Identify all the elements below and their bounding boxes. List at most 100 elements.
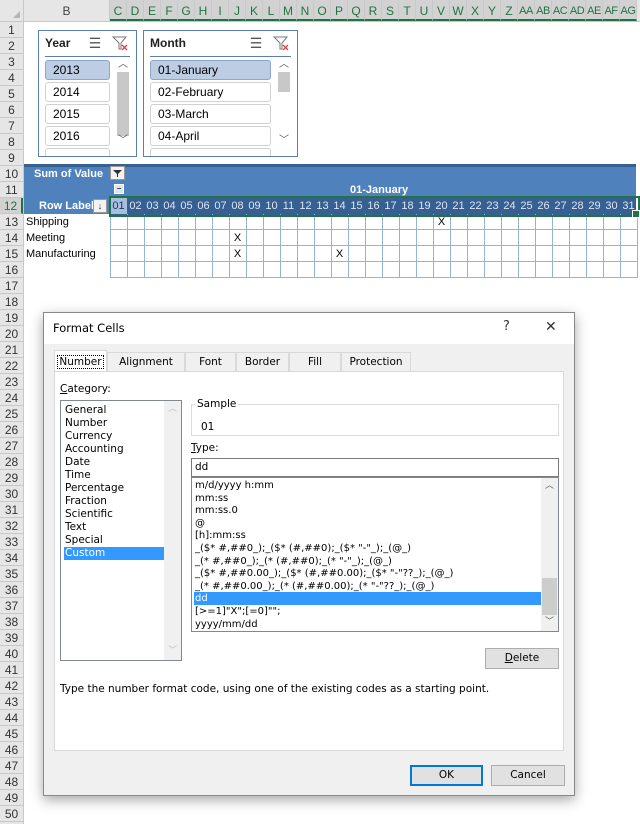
multi-select-icon[interactable]: ☰ <box>247 34 265 52</box>
slicer-item-partial[interactable] <box>150 148 271 156</box>
category-item[interactable]: Special <box>64 534 164 547</box>
row-header-44[interactable]: 44 <box>0 710 23 726</box>
row-header-23[interactable]: 23 <box>0 374 23 390</box>
row-header-22[interactable]: 22 <box>0 358 23 374</box>
row-header-32[interactable]: 32 <box>0 518 23 534</box>
category-list[interactable]: General Number Currency Accounting Date Time P… <box>60 400 182 661</box>
row-header-25[interactable]: 25 <box>0 406 23 422</box>
slicer-month-scrollbar[interactable]: ︿ ﹀ <box>277 58 291 148</box>
slicer-item[interactable]: 2015 <box>45 104 110 124</box>
scroll-thumb[interactable] <box>117 72 129 136</box>
type-list[interactable]: m/d/yyyy h:mm mm:ss mm:ss.0 @ [h]:mm:ss _($* … <box>191 477 559 632</box>
column-header-g[interactable]: G <box>178 0 195 21</box>
row-header-20[interactable]: 20 <box>0 326 23 342</box>
row-header-43[interactable]: 43 <box>0 694 23 710</box>
slicer-item[interactable]: 2016 <box>45 126 110 146</box>
column-header-x[interactable]: X <box>467 0 484 21</box>
delete-button[interactable]: Delete <box>485 648 559 669</box>
slicer-item[interactable]: 04-April <box>150 126 271 146</box>
row-header-3[interactable]: 3 <box>0 54 23 70</box>
column-header-ae[interactable]: AE <box>586 0 603 21</box>
column-header-y[interactable]: Y <box>484 0 501 21</box>
type-item[interactable]: @ <box>194 517 541 530</box>
cancel-button[interactable]: Cancel <box>491 765 565 786</box>
scroll-up-icon[interactable]: ︿ <box>116 58 130 72</box>
column-header-u[interactable]: U <box>416 0 433 21</box>
category-item[interactable]: Number <box>64 417 164 430</box>
column-header-p[interactable]: P <box>331 0 348 21</box>
row-header-33[interactable]: 33 <box>0 534 23 550</box>
type-item[interactable]: _(* #,##0.00_);_(* (#,##0.00);_(* "-"??_… <box>194 580 541 593</box>
scroll-thumb[interactable] <box>542 578 557 615</box>
row-header-36[interactable]: 36 <box>0 582 23 598</box>
column-header-t[interactable]: T <box>399 0 416 21</box>
row-header-41[interactable]: 41 <box>0 662 23 678</box>
row-header-49[interactable]: 49 <box>0 790 23 806</box>
category-item[interactable]: Text <box>64 521 164 534</box>
row-header-7[interactable]: 7 <box>0 118 23 134</box>
multi-select-icon[interactable]: ☰ <box>86 34 104 52</box>
category-item[interactable]: Custom <box>64 547 164 560</box>
type-item[interactable]: mm:ss.0 <box>194 504 541 517</box>
column-header-l[interactable]: L <box>263 0 280 21</box>
row-header-31[interactable]: 31 <box>0 502 23 518</box>
row-header-12[interactable]: 12 <box>0 198 23 214</box>
column-header-aa[interactable]: AA <box>518 0 535 21</box>
slicer-year-scrollbar[interactable]: ︿ ﹀ <box>116 58 130 148</box>
category-item[interactable]: Time <box>64 469 164 482</box>
column-header-c[interactable]: C <box>110 0 127 21</box>
column-header-af[interactable]: AF <box>603 0 620 21</box>
row-header-30[interactable]: 30 <box>0 486 23 502</box>
row-header-38[interactable]: 38 <box>0 614 23 630</box>
scroll-thumb[interactable] <box>278 72 290 92</box>
pivot-row-label[interactable]: Shipping <box>26 214 69 230</box>
pivot-filter-button[interactable] <box>110 166 125 180</box>
column-header-m[interactable]: M <box>280 0 297 21</box>
column-header-n[interactable]: N <box>297 0 314 21</box>
column-header-e[interactable]: E <box>144 0 161 21</box>
tab-alignment[interactable]: Alignment <box>107 352 185 371</box>
row-header-19[interactable]: 19 <box>0 310 23 326</box>
slicer-item[interactable]: 02-February <box>150 82 271 102</box>
column-header-ac[interactable]: AC <box>552 0 569 21</box>
type-item[interactable]: _($* #,##0.00_);_($* (#,##0.00);_($* "-"… <box>194 567 541 580</box>
row-header-10[interactable]: 10 <box>0 166 23 182</box>
category-item[interactable]: Scientific <box>64 508 164 521</box>
tab-fill[interactable]: Fill <box>289 352 341 371</box>
scroll-down-icon[interactable]: ﹀ <box>277 134 291 148</box>
row-header-15[interactable]: 15 <box>0 246 23 262</box>
column-header-i[interactable]: I <box>212 0 229 21</box>
row-header-2[interactable]: 2 <box>0 38 23 54</box>
row-header-21[interactable]: 21 <box>0 342 23 358</box>
category-item[interactable]: Percentage <box>64 482 164 495</box>
row-header-1[interactable]: 1 <box>0 22 23 38</box>
column-header-k[interactable]: K <box>246 0 263 21</box>
slicer-item-partial[interactable] <box>45 148 110 156</box>
column-header-h[interactable]: H <box>195 0 212 21</box>
slicer-item[interactable]: 01-January <box>150 60 271 80</box>
type-item[interactable]: mm:ss <box>194 492 541 505</box>
column-header-ag[interactable]: AG <box>620 0 637 21</box>
help-button[interactable]: ? <box>503 319 510 334</box>
clear-filter-icon[interactable] <box>272 34 290 52</box>
column-header-ad[interactable]: AD <box>569 0 586 21</box>
scroll-up-icon[interactable]: ︿ <box>164 401 181 418</box>
row-header-50[interactable]: 50 <box>0 806 23 822</box>
scroll-down-icon[interactable]: ﹀ <box>116 134 130 148</box>
column-header-r[interactable]: R <box>365 0 382 21</box>
column-header-f[interactable]: F <box>161 0 178 21</box>
scroll-down-icon[interactable]: ﹀ <box>164 643 181 660</box>
row-header-34[interactable]: 34 <box>0 550 23 566</box>
sort-filter-dropdown[interactable]: ↓ <box>93 199 107 213</box>
category-item[interactable]: Fraction <box>64 495 164 508</box>
ok-button[interactable]: OK <box>410 765 483 786</box>
column-header-j[interactable]: J <box>229 0 246 21</box>
column-header-b[interactable]: B <box>24 0 110 21</box>
column-header-w[interactable]: W <box>450 0 467 21</box>
row-header-16[interactable]: 16 <box>0 262 23 278</box>
row-header-45[interactable]: 45 <box>0 726 23 742</box>
row-header-8[interactable]: 8 <box>0 134 23 150</box>
category-item[interactable]: General <box>64 404 164 417</box>
row-header-35[interactable]: 35 <box>0 566 23 582</box>
row-header-42[interactable]: 42 <box>0 678 23 694</box>
